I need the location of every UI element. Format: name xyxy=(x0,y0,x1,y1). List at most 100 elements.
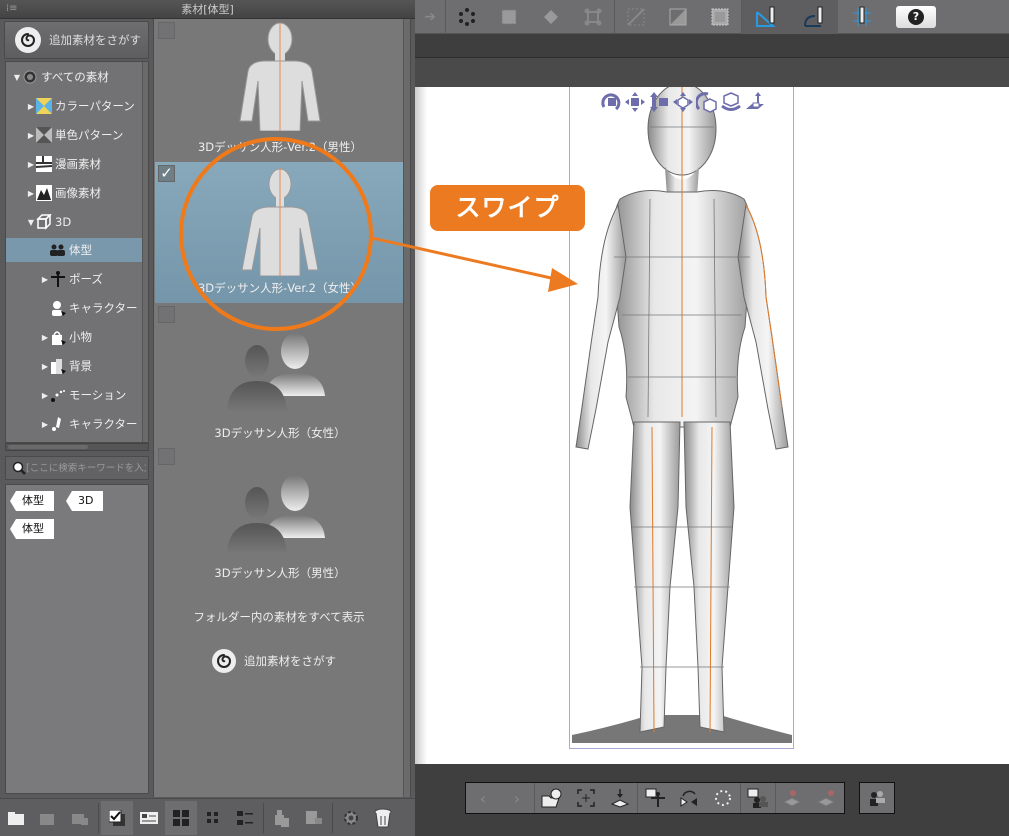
lock-joints-button[interactable] xyxy=(776,783,810,813)
tree-item-all-materials[interactable]: ▼ すべての素材 xyxy=(6,65,144,89)
item-checkbox-checked[interactable]: ✓ xyxy=(158,165,175,182)
delete-folder-button[interactable] xyxy=(64,801,96,835)
unlock-joints-button[interactable] xyxy=(810,783,844,813)
background-icon xyxy=(50,358,66,374)
material-list: 3Dデッサン人形-Ver.2（男性） ✓ 3Dデッサン人形-Ver.2（女性） xyxy=(153,19,411,797)
material-item-male[interactable]: 3Dデッサン人形（男性） xyxy=(155,445,405,587)
tree-item-color-pattern[interactable]: ▶ カラーパターン xyxy=(6,94,144,118)
snap-fill-button[interactable] xyxy=(657,0,699,34)
checkbox-toggle-icon xyxy=(109,809,125,826)
expand-arrow-icon[interactable]: ▶ xyxy=(26,131,36,140)
find-more-materials-button[interactable]: 追加素材をさがす xyxy=(4,21,149,59)
camera-dolly-icon[interactable] xyxy=(648,91,670,113)
tree-item-pose[interactable]: ▶ ポーズ xyxy=(6,267,144,291)
checkbox-toggle-button[interactable] xyxy=(101,800,133,835)
next-button[interactable]: › xyxy=(500,783,534,813)
snap-line-button[interactable] xyxy=(615,0,657,34)
tree-horizontal-scrollbar[interactable] xyxy=(5,443,149,451)
expand-arrow-icon[interactable]: ▶ xyxy=(40,333,50,342)
flip-pose-button[interactable] xyxy=(672,783,706,813)
expand-selection-icon xyxy=(501,9,517,24)
item-checkbox[interactable] xyxy=(158,448,175,465)
expand-arrow-icon[interactable]: ▶ xyxy=(26,160,36,169)
expand-arrow-icon[interactable]: ▶ xyxy=(40,362,50,371)
move-on-plane-icon[interactable] xyxy=(744,91,766,113)
item-checkbox[interactable] xyxy=(158,306,175,323)
tree-item-image-material[interactable]: ▶ 画像素材 xyxy=(6,181,144,205)
tree-item-small-object[interactable]: ▶ 小物 xyxy=(6,325,144,349)
fit-to-view-button[interactable] xyxy=(569,783,603,813)
tree-scrollbar[interactable] xyxy=(142,62,148,442)
camera-pan-icon[interactable] xyxy=(624,91,646,113)
list-view-button[interactable] xyxy=(229,801,261,835)
large-thumbnail-button[interactable] xyxy=(165,800,197,835)
forward-button[interactable]: ➔ xyxy=(415,0,445,34)
tag-3d[interactable]: 3D xyxy=(66,491,104,511)
rotate-object-2-icon[interactable] xyxy=(720,91,742,113)
small-thumbnail-button[interactable] xyxy=(197,801,229,835)
snap-ruler-button[interactable] xyxy=(742,0,790,34)
fill-button[interactable] xyxy=(530,0,572,34)
tree-item-label: カラーパターン xyxy=(55,99,135,113)
show-all-in-folder-link[interactable]: フォルダー内の素材をすべて表示 xyxy=(154,609,404,625)
expand-arrow-icon[interactable]: ▶ xyxy=(26,189,36,198)
tree-item-motion[interactable]: ▶ モーション xyxy=(6,383,144,407)
prev-button[interactable]: ‹ xyxy=(466,783,500,813)
fit-to-view-icon xyxy=(577,789,595,807)
expand-selection-button[interactable] xyxy=(488,0,530,34)
move-object-icon[interactable] xyxy=(672,91,694,113)
expand-arrow-icon[interactable]: ▼ xyxy=(26,218,36,227)
expand-arrow-icon[interactable]: ▶ xyxy=(40,391,50,400)
paste-to-canvas-button[interactable] xyxy=(266,801,298,835)
reset-pose-button[interactable] xyxy=(706,783,740,813)
camera-rotate-icon[interactable] xyxy=(600,91,622,113)
tag-body-type-2[interactable]: 体型 xyxy=(10,519,54,539)
tag-body-type[interactable]: 体型 xyxy=(10,491,54,511)
help-button[interactable]: ? xyxy=(896,5,936,28)
snap-grid-pen-button[interactable] xyxy=(838,0,886,34)
flip-pose-icon xyxy=(680,790,697,807)
open-body-shape-button[interactable] xyxy=(535,783,569,813)
3d-object-bounding-box[interactable] xyxy=(569,82,795,749)
snap-special-ruler-button[interactable] xyxy=(790,0,838,34)
save-pose-button[interactable] xyxy=(638,783,672,813)
canvas-tab-strip xyxy=(415,57,1009,87)
material-panel: ⁞≡ 素材[体型] 追加素材をさがす ▼ すべての素材 ▶ カラーパターン ▶ … xyxy=(0,0,415,836)
detail-view-icon xyxy=(140,811,158,824)
item-checkbox[interactable] xyxy=(158,22,175,39)
transform-button[interactable] xyxy=(572,0,614,34)
new-folder-button[interactable] xyxy=(0,801,32,835)
delete-button[interactable] xyxy=(367,801,399,835)
tree-item-mono-pattern[interactable]: ▶ 単色パターン xyxy=(6,123,144,147)
tree-item-background[interactable]: ▶ 背景 xyxy=(6,354,144,378)
search-input[interactable] xyxy=(26,462,146,474)
tree-item-character-motion[interactable]: ▶ キャラクター xyxy=(6,412,144,436)
rotate-object-icon[interactable] xyxy=(696,91,718,113)
tree-item-body-type[interactable]: 体型 xyxy=(6,238,144,262)
detail-view-button[interactable] xyxy=(133,801,165,835)
expand-arrow-icon[interactable]: ▶ xyxy=(40,275,50,284)
body-shape-settings-button[interactable] xyxy=(860,783,894,813)
find-more-materials-link[interactable]: 追加素材をさがす xyxy=(212,649,336,673)
expand-arrow-icon[interactable]: ▼ xyxy=(12,73,22,82)
tree-item-3d[interactable]: ▼ 3D xyxy=(6,210,144,234)
tree-item-manga-material[interactable]: ▶ 漫画素材 xyxy=(6,152,144,176)
tree-item-character[interactable]: キャラクター xyxy=(6,296,144,320)
panel-menu-icon[interactable]: ⁞≡ xyxy=(6,3,18,15)
expand-arrow-icon[interactable]: ▶ xyxy=(26,102,36,111)
register-body-button[interactable] xyxy=(741,783,775,813)
expand-arrow-icon[interactable]: ▶ xyxy=(40,420,50,429)
add-material-button[interactable] xyxy=(32,801,64,835)
snap-grid-button[interactable] xyxy=(699,0,741,34)
settings-button[interactable] xyxy=(335,801,367,835)
3d-female-body-model[interactable] xyxy=(570,82,795,749)
list-scrollbar[interactable] xyxy=(403,19,410,797)
place-on-ground-button[interactable] xyxy=(603,783,637,813)
tree-item-label: ポーズ xyxy=(69,272,103,286)
divider xyxy=(263,802,264,833)
body-shape-settings-icon xyxy=(870,791,885,806)
scroll-thumb[interactable] xyxy=(8,445,88,449)
transform-icon xyxy=(584,8,602,25)
lasso-points-button[interactable] xyxy=(446,0,488,34)
replace-button[interactable] xyxy=(298,801,330,835)
